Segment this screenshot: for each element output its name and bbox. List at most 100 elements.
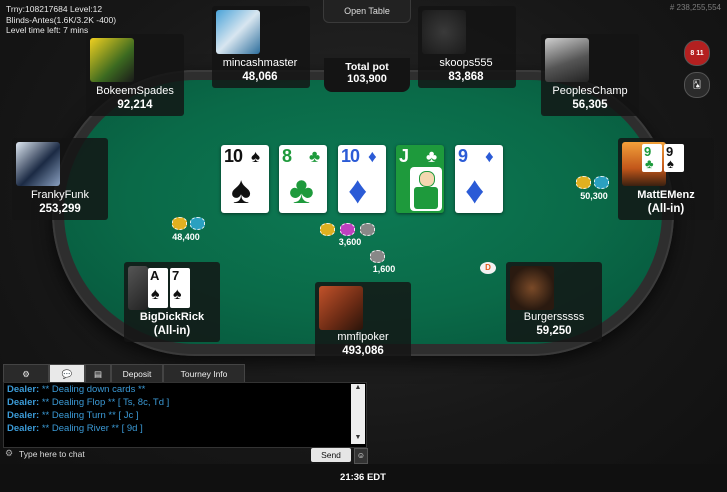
clock: 21:36 EDT (340, 472, 386, 483)
total-pot-label: Total pot (345, 61, 389, 73)
scroll-down-icon[interactable]: ▼ (351, 434, 365, 444)
gear-icon[interactable]: ⚙ (5, 448, 13, 459)
chip-icon (360, 223, 375, 236)
card-rank: 9 (458, 146, 468, 166)
chat-text: ** Dealing Flop ** [ Ts, 8c, Td ] (41, 397, 170, 408)
hand-history-count: 8 11 (690, 50, 704, 57)
player-stack: 83,868 (448, 71, 484, 83)
hole-card-rank: A (150, 268, 160, 283)
player-stack: 253,299 (39, 203, 81, 215)
player-stack: 56,305 (572, 99, 608, 111)
player-name: BokeemSpades (96, 85, 174, 97)
player-name: mmflpoker (337, 331, 389, 343)
card-suit-large: ♦ (465, 170, 485, 212)
chat-text: ** Dealing down cards ** (41, 384, 146, 395)
chat-lines: Dealer: ** Dealing down cards ** Dealer: … (4, 383, 366, 435)
chat-sender: Dealer: (7, 410, 40, 421)
player-name: MattEMenz (637, 189, 695, 201)
card-suit-large: ♦ (348, 170, 368, 212)
avatar (216, 10, 260, 54)
player-stack: 59,250 (536, 325, 572, 337)
table-id: # 238,255,554 (669, 3, 721, 12)
chat-input-row: ⚙ Type here to chat Send ☺ (3, 448, 368, 464)
poker-table-view: { "tournament": { "line1": "Trny:1082176… (0, 0, 727, 492)
hole-card-2: 9 ♠ (664, 144, 684, 172)
chat-line: Dealer: ** Dealing down cards ** (4, 383, 366, 396)
gear-icon: ⚙ (22, 369, 30, 379)
bet-amount: 48,400 (172, 232, 200, 242)
card-rank: 8 (282, 146, 292, 166)
card-suit: ♠ (251, 147, 261, 166)
card-suit: ♣ (426, 147, 438, 166)
board-card: 8 ♣ ♣ (279, 145, 327, 213)
notes-tab[interactable]: ▤ (85, 364, 111, 384)
player-stack: 48,066 (242, 71, 278, 83)
tournament-info: Trny:108217684 Level:12 Blinds-Antes(1.6… (6, 4, 116, 36)
chip-icon (594, 176, 609, 189)
chat-sender: Dealer: (7, 397, 40, 408)
player-name: BigDickRick (139, 311, 205, 323)
hole-card-2: 7 ♠ (170, 268, 190, 308)
hand-history-icon[interactable]: 8 11 (684, 40, 710, 66)
player-name: PeoplesChamp (552, 85, 628, 97)
open-table-button[interactable]: Open Table (323, 0, 411, 23)
chat-tab[interactable]: 💬 (49, 364, 85, 384)
bet-amount: 1,600 (372, 264, 396, 274)
scroll-up-icon[interactable]: ▲ (351, 384, 365, 394)
hole-card-suit: ♣ (645, 156, 654, 171)
chip-icon (370, 250, 385, 263)
avatar (128, 266, 148, 310)
avatar (90, 38, 134, 82)
chat-line: Dealer: ** Dealing Turn ** [ Jc ] (4, 409, 366, 422)
chat-scrollbar[interactable]: ▲ ▼ (351, 384, 365, 444)
avatar (510, 266, 554, 310)
hole-card-suit: ♠ (667, 156, 674, 171)
hole-card-suit: ♠ (173, 286, 182, 303)
chat-input[interactable]: Type here to chat (19, 449, 85, 459)
avatar (319, 286, 363, 330)
board-card: 10 ♠ ♠ (221, 145, 269, 213)
card-rank: 10 (224, 146, 243, 166)
player-name: Burgersssss (523, 311, 585, 323)
card-suit-large: ♣ (289, 170, 314, 212)
hole-card-1: 9 ♣ (642, 144, 662, 172)
emoji-icon[interactable]: ☺ (354, 448, 368, 464)
board-card: 9 ♦ ♦ (455, 145, 503, 213)
chat-line: Dealer: ** Dealing Flop ** [ Ts, 8c, Td … (4, 396, 366, 409)
chip-icon (190, 217, 205, 230)
document-icon: ▤ (93, 369, 103, 379)
tourney-info-tab[interactable]: Tourney Info (163, 364, 245, 384)
card-suit-large: ♠ (231, 170, 252, 212)
player-name: FrankyFunk (30, 189, 90, 201)
send-button[interactable]: Send (311, 448, 351, 462)
board-card: J ♣ (396, 145, 444, 213)
chat-log[interactable]: Dealer: ** Dealing down cards ** Dealer: … (3, 382, 367, 448)
player-stack: 92,214 (117, 99, 153, 111)
hole-card-1: A ♠ (148, 268, 168, 308)
chat-bubble-icon: 💬 (61, 369, 73, 379)
chip-icon (172, 217, 187, 230)
jack-figure-icon (410, 167, 442, 211)
dealer-button: D (480, 262, 496, 274)
hole-card-rank: 7 (172, 268, 180, 283)
avatar (545, 38, 589, 82)
card-rank: 10 (341, 146, 360, 166)
player-name: skoops555 (439, 57, 493, 69)
chat-text: ** Dealing Turn ** [ Jc ] (41, 410, 139, 421)
chat-sender: Dealer: (7, 384, 40, 395)
chat-sender: Dealer: (7, 423, 40, 434)
card-rank: J (399, 146, 409, 166)
chip-icon (320, 223, 335, 236)
chat-line: Dealer: ** Dealing River ** [ 9d ] (4, 422, 366, 435)
total-pot: Total pot 103,900 (324, 58, 410, 92)
chip-icon (576, 176, 591, 189)
card-suit: ♣ (309, 147, 321, 166)
settings-tab[interactable]: ⚙ (3, 364, 49, 384)
avatar (16, 142, 60, 186)
total-pot-value: 103,900 (347, 73, 387, 85)
board-card: 10 ♦ ♦ (338, 145, 386, 213)
cards-settings-icon[interactable]: 🂡 (684, 72, 710, 98)
avatar (422, 10, 466, 54)
chat-text: ** Dealing River ** [ 9d ] (41, 423, 143, 434)
deposit-tab[interactable]: Deposit (111, 364, 163, 384)
